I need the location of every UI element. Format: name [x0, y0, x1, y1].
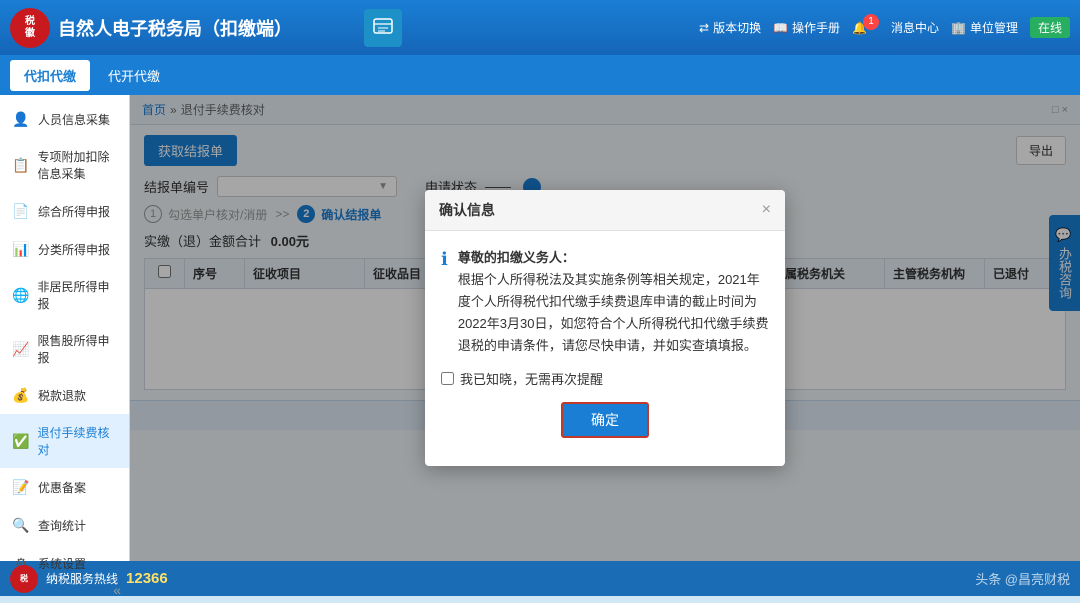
sidebar-item-query[interactable]: 🔍 查询统计 [0, 506, 129, 544]
modal-body: ℹ 尊敬的扣缴义务人： 根据个人所得税法及其实施条例等相关规定，2021年度个人… [425, 231, 785, 466]
main-layout: 👤 人员信息采集 📋 专项附加扣除信息采集 📄 综合所得申报 📊 分类所得申报 … [0, 95, 1080, 561]
version-icon: ⇄ [699, 21, 709, 35]
clipboard-icon: 📋 [12, 156, 29, 174]
modal-info-text: 尊敬的扣缴义务人： 根据个人所得税法及其实施条例等相关规定，2021年度个人所得… [458, 247, 769, 357]
sidebar-label-classified: 分类所得申报 [38, 241, 110, 258]
sidebar-label-preferential: 优惠备案 [38, 479, 86, 496]
modal-info: ℹ 尊敬的扣缴义务人： 根据个人所得税法及其实施条例等相关规定，2021年度个人… [441, 247, 769, 357]
modal-close-btn[interactable]: × [762, 201, 771, 219]
modal-greeting: 尊敬的扣缴义务人： [458, 250, 575, 265]
content-area: 首页 » 退付手续费核对 □ × 获取结报单 导出 结报单编号 ▼ [130, 95, 1080, 561]
footer-watermark: 头条 @昌亮财税 [975, 569, 1070, 588]
unit-manage-btn[interactable]: 🏢 单位管理 [951, 19, 1018, 36]
version-switch[interactable]: ⇄ 版本切换 [699, 19, 761, 36]
sidebar-item-fee-reconcile[interactable]: ✅ 退付手续费核对 [0, 414, 129, 468]
footer: 税 纳税服务热线 12366 头条 @昌亮财税 [0, 561, 1080, 596]
money-icon: 💰 [12, 386, 30, 404]
check-icon: ✅ [12, 432, 29, 450]
app-icon [364, 9, 402, 47]
message-label: 消息中心 [891, 19, 939, 36]
chart-icon: 📊 [12, 240, 30, 258]
footer-service-label: 纳税服务热线 [46, 570, 118, 587]
sidebar: 👤 人员信息采集 📋 专项附加扣除信息采集 📄 综合所得申报 📊 分类所得申报 … [0, 95, 130, 561]
modal-confirm-btn[interactable]: 确定 [561, 402, 649, 438]
sidebar-label-refund: 税款退款 [38, 387, 86, 404]
manual-label: 操作手册 [792, 19, 840, 36]
sidebar-item-classified[interactable]: 📊 分类所得申报 [0, 230, 129, 268]
modal-header: 确认信息 × [425, 190, 785, 231]
person-icon: 👤 [12, 110, 30, 128]
unit-label: 单位管理 [970, 19, 1018, 36]
note-icon: 📝 [12, 478, 30, 496]
sidebar-label-comprehensive: 综合所得申报 [38, 203, 110, 220]
modal-dialog: 确认信息 × ℹ 尊敬的扣缴义务人： 根据个人所得税法及其实施条例等相关规定，2… [425, 190, 785, 466]
no-remind-label: 我已知晓，无需再次提醒 [460, 369, 603, 388]
modal-checkbox-row: 我已知晓，无需再次提醒 [441, 369, 769, 388]
modal-overlay: 确认信息 × ℹ 尊敬的扣缴义务人： 根据个人所得税法及其实施条例等相关规定，2… [130, 95, 1080, 561]
sidebar-label-restricted: 限售股所得申报 [37, 332, 117, 366]
top-bar: 税徽 自然人电子税务局（扣缴端） ⇄ 版本切换 📖 操作手册 🔔 1 消息中心 … [0, 0, 1080, 55]
sidebar-item-preferential[interactable]: 📝 优惠备案 [0, 468, 129, 506]
footer-number: 12366 [126, 570, 168, 587]
sidebar-item-comprehensive[interactable]: 📄 综合所得申报 [0, 192, 129, 230]
manual-btn[interactable]: 📖 操作手册 [773, 19, 840, 36]
manual-icon: 📖 [773, 21, 788, 35]
search-icon: 🔍 [12, 516, 30, 534]
version-label: 版本切换 [713, 19, 761, 36]
sidebar-label-special: 专项附加扣除信息采集 [37, 148, 117, 182]
sidebar-item-refund[interactable]: 💰 税款退款 [0, 376, 129, 414]
trend-icon: 📈 [12, 340, 29, 358]
sidebar-item-restricted[interactable]: 📈 限售股所得申报 [0, 322, 129, 376]
logo-text: 税徽 [25, 16, 35, 40]
doc-icon: 📄 [12, 202, 30, 220]
sidebar-label-personnel: 人员信息采集 [38, 111, 110, 128]
notification-badge: 1 [863, 14, 879, 30]
no-remind-checkbox[interactable] [441, 372, 454, 385]
info-icon: ℹ [441, 249, 448, 357]
sub-nav-agency[interactable]: 代开代缴 [94, 60, 174, 91]
globe-icon: 🌐 [12, 286, 29, 304]
modal-footer: 确定 [441, 402, 769, 454]
sidebar-label-settings: 系统设置 [38, 555, 86, 572]
modal-title: 确认信息 [439, 200, 495, 220]
unit-icon: 🏢 [951, 21, 966, 35]
modal-content: 根据个人所得税法及其实施条例等相关规定，2021年度个人所得税代扣代缴手续费退库… [458, 272, 769, 353]
app-title: 自然人电子税务局（扣缴端） [58, 15, 356, 41]
sidebar-item-nonresident[interactable]: 🌐 非居民所得申报 [0, 268, 129, 322]
sidebar-label-nonresident: 非居民所得申报 [37, 278, 117, 312]
sidebar-item-personnel[interactable]: 👤 人员信息采集 [0, 100, 129, 138]
sidebar-label-fee-reconcile: 退付手续费核对 [37, 424, 117, 458]
sidebar-item-special[interactable]: 📋 专项附加扣除信息采集 [0, 138, 129, 192]
sub-header: 代扣代缴 代开代缴 [0, 55, 1080, 95]
footer-logo: 税 [10, 565, 38, 593]
top-actions: ⇄ 版本切换 📖 操作手册 🔔 1 消息中心 🏢 单位管理 在线 [699, 17, 1070, 38]
app-logo: 税徽 [10, 8, 50, 48]
message-center-btn[interactable]: 🔔 1 消息中心 [852, 19, 939, 36]
sidebar-label-query: 查询统计 [38, 517, 86, 534]
sub-nav-withholding[interactable]: 代扣代缴 [10, 60, 90, 91]
online-status: 在线 [1030, 17, 1070, 38]
